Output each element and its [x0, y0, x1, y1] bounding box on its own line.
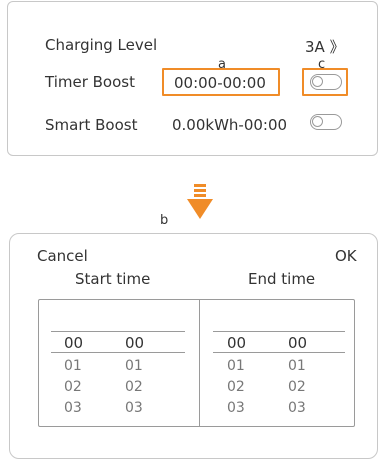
charging-level-label: Charging Level [45, 36, 158, 54]
timer-boost-time-value: 00:00-00:00 [174, 74, 266, 92]
end-selection-top-line [213, 331, 345, 332]
end-minute-option[interactable]: 01 [288, 358, 306, 374]
smart-boost-label: Smart Boost [45, 116, 138, 134]
callout-b: b [160, 213, 169, 228]
start-hour-option[interactable]: 03 [64, 400, 82, 416]
end-minute-option[interactable]: 03 [288, 400, 306, 416]
charging-level-value[interactable]: 3A 》 [305, 36, 345, 57]
end-hour-option[interactable]: 03 [227, 400, 245, 416]
timer-boost-label: Timer Boost [45, 73, 135, 91]
end-hour-option[interactable]: 02 [227, 379, 245, 395]
start-minute-option[interactable]: 02 [125, 379, 143, 395]
start-selection-top-line [51, 331, 185, 332]
end-minute-option[interactable]: 02 [288, 379, 306, 395]
start-minute-selected[interactable]: 00 [125, 334, 144, 352]
smart-boost-toggle-icon[interactable] [310, 114, 342, 130]
start-hour-option[interactable]: 01 [64, 358, 82, 374]
start-selection-bottom-line [51, 352, 185, 353]
end-time-title: End time [248, 270, 316, 288]
start-hour-option[interactable]: 02 [64, 379, 82, 395]
start-hour-selected[interactable]: 00 [64, 334, 83, 352]
end-minute-selected[interactable]: 00 [288, 334, 307, 352]
timer-boost-toggle-highlight [302, 68, 348, 96]
smart-boost-value[interactable]: 0.00kWh-00:00 [172, 116, 287, 134]
end-hour-selected[interactable]: 00 [227, 334, 246, 352]
cancel-button[interactable]: Cancel [37, 247, 88, 265]
down-arrow-icon [187, 184, 213, 219]
timer-boost-time-highlight[interactable]: 00:00-00:00 [162, 68, 280, 96]
start-minute-option[interactable]: 01 [125, 358, 143, 374]
ok-button[interactable]: OK [335, 247, 357, 265]
timer-boost-toggle-icon[interactable] [310, 74, 342, 90]
end-hour-option[interactable]: 01 [227, 358, 245, 374]
start-time-title: Start time [75, 270, 151, 288]
end-selection-bottom-line [213, 352, 345, 353]
picker-divider [199, 299, 200, 427]
start-minute-option[interactable]: 03 [125, 400, 143, 416]
time-picker-wheels[interactable] [38, 299, 355, 427]
